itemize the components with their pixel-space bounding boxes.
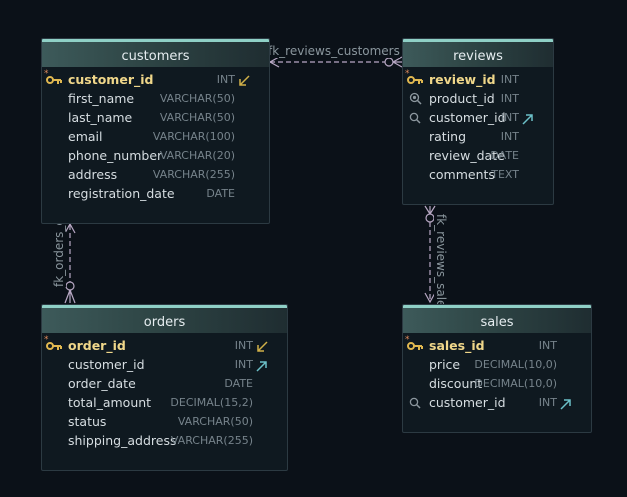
column-type: VARCHAR(255) <box>170 434 253 447</box>
relation-label: fk_reviews_sale <box>434 214 448 308</box>
column-row[interactable]: price DECIMAL(10,0) <box>403 355 591 374</box>
column-name: registration_date <box>68 186 175 201</box>
column-type: VARCHAR(50) <box>159 111 235 124</box>
indexed-search-icon <box>407 89 423 108</box>
column-list: * review_id INT product_id INT customer_id INT… <box>403 67 553 184</box>
column-row[interactable]: customer_id INT <box>403 393 591 412</box>
column-name: customer_id <box>68 357 145 372</box>
relation-orders-customers[interactable] <box>64 222 76 304</box>
column-row[interactable]: registration_date DATE <box>42 184 269 203</box>
referenced-arrow-icon[interactable] <box>256 339 268 352</box>
relation-label: fk_orders_c <box>52 218 66 287</box>
column-row[interactable]: order_date DATE <box>42 374 287 393</box>
column-name: rating <box>429 129 467 144</box>
column-name: phone_number <box>68 148 163 163</box>
table-title[interactable]: sales <box>403 305 591 333</box>
key-icon <box>407 336 423 355</box>
column-name: order_id <box>68 338 126 353</box>
primary-key-column-row[interactable]: * review_id INT <box>403 69 553 89</box>
column-type: DECIMAL(15,2) <box>170 396 253 409</box>
column-row[interactable]: email VARCHAR(100) <box>42 127 269 146</box>
column-type: DATE <box>224 377 253 390</box>
table-customers[interactable]: customers * customer_id INT first_name VARCHA… <box>41 38 270 224</box>
foreign-key-arrow-icon[interactable] <box>560 396 572 410</box>
column-name: customer_id <box>68 72 154 87</box>
table-title[interactable]: orders <box>42 305 287 333</box>
column-type: INT <box>538 339 557 352</box>
column-type: VARCHAR(50) <box>159 92 235 105</box>
key-icon <box>46 70 62 89</box>
foreign-key-arrow-icon[interactable] <box>256 358 268 372</box>
column-name: customer_id <box>429 110 506 125</box>
key-icon <box>407 70 423 89</box>
column-type: TEXT <box>491 168 519 181</box>
column-list: * sales_id INT price DECIMAL(10,0) discount DE… <box>403 333 591 412</box>
primary-key-column-row[interactable]: * sales_id INT <box>403 335 591 355</box>
column-type: VARCHAR(100) <box>152 130 235 143</box>
column-type: VARCHAR(20) <box>159 149 235 162</box>
search-icon <box>407 393 423 412</box>
column-type: DATE <box>490 149 519 162</box>
column-type: DECIMAL(10,0) <box>474 358 557 371</box>
column-list: * customer_id INT first_name VARCHAR(50) last… <box>42 67 269 203</box>
column-name: total_amount <box>68 395 152 410</box>
column-name: comments <box>429 167 495 182</box>
column-row[interactable]: product_id INT <box>403 89 553 108</box>
primary-key-column-row[interactable]: * order_id INT <box>42 335 287 355</box>
column-name: customer_id <box>429 395 506 410</box>
column-name: first_name <box>68 91 135 106</box>
column-name: shipping_address <box>68 433 177 448</box>
column-type: VARCHAR(255) <box>152 168 235 181</box>
column-type: DATE <box>206 187 235 200</box>
column-row[interactable]: first_name VARCHAR(50) <box>42 89 269 108</box>
table-title[interactable]: customers <box>42 39 269 67</box>
column-name: sales_id <box>429 338 485 353</box>
column-row[interactable]: phone_number VARCHAR(20) <box>42 146 269 165</box>
er-diagram-canvas[interactable]: fk_reviews_customers fk_orders_c fk_revi… <box>0 0 627 497</box>
column-row[interactable]: shipping_address VARCHAR(255) <box>42 431 287 450</box>
column-row[interactable]: customer_id INT <box>403 108 553 127</box>
column-row[interactable]: comments TEXT <box>403 165 553 184</box>
column-type: INT <box>500 73 519 86</box>
column-row[interactable]: review_date DATE <box>403 146 553 165</box>
primary-key-column-row[interactable]: * customer_id INT <box>42 69 269 89</box>
column-type: INT <box>234 339 253 352</box>
column-list: * order_id INT customer_id INT order_date DATE… <box>42 333 287 450</box>
key-icon <box>46 336 62 355</box>
column-name: address <box>68 167 118 182</box>
column-row[interactable]: last_name VARCHAR(50) <box>42 108 269 127</box>
search-icon <box>407 108 423 127</box>
column-type: INT <box>500 130 519 143</box>
table-orders[interactable]: orders * order_id INT customer_id INT order_da… <box>41 304 288 471</box>
column-type: DECIMAL(10,0) <box>474 377 557 390</box>
column-name: review_id <box>429 72 496 87</box>
column-type: INT <box>216 73 235 86</box>
table-reviews[interactable]: reviews * review_id INT product_id INT custome… <box>402 38 554 205</box>
column-row[interactable]: status VARCHAR(50) <box>42 412 287 431</box>
relation-reviews-customers[interactable] <box>268 56 403 68</box>
column-row[interactable]: discount DECIMAL(10,0) <box>403 374 591 393</box>
column-type: INT <box>234 358 253 371</box>
column-row[interactable]: customer_id INT <box>42 355 287 374</box>
column-row[interactable]: total_amount DECIMAL(15,2) <box>42 393 287 412</box>
column-name: last_name <box>68 110 133 125</box>
column-name: order_date <box>68 376 136 391</box>
column-type: INT <box>500 111 519 124</box>
column-row[interactable]: address VARCHAR(255) <box>42 165 269 184</box>
column-row[interactable]: rating INT <box>403 127 553 146</box>
foreign-key-arrow-icon[interactable] <box>522 111 534 125</box>
column-type: VARCHAR(50) <box>177 415 253 428</box>
table-sales[interactable]: sales * sales_id INT price DECIMAL(10,0) disco… <box>402 304 592 433</box>
column-name: status <box>68 414 107 429</box>
column-type: INT <box>500 92 519 105</box>
column-name: product_id <box>429 91 495 106</box>
table-title[interactable]: reviews <box>403 39 553 67</box>
relation-label: fk_reviews_customers <box>268 44 400 58</box>
column-type: INT <box>538 396 557 409</box>
column-name: price <box>429 357 461 372</box>
referenced-arrow-icon[interactable] <box>238 73 250 86</box>
column-name: email <box>68 129 103 144</box>
